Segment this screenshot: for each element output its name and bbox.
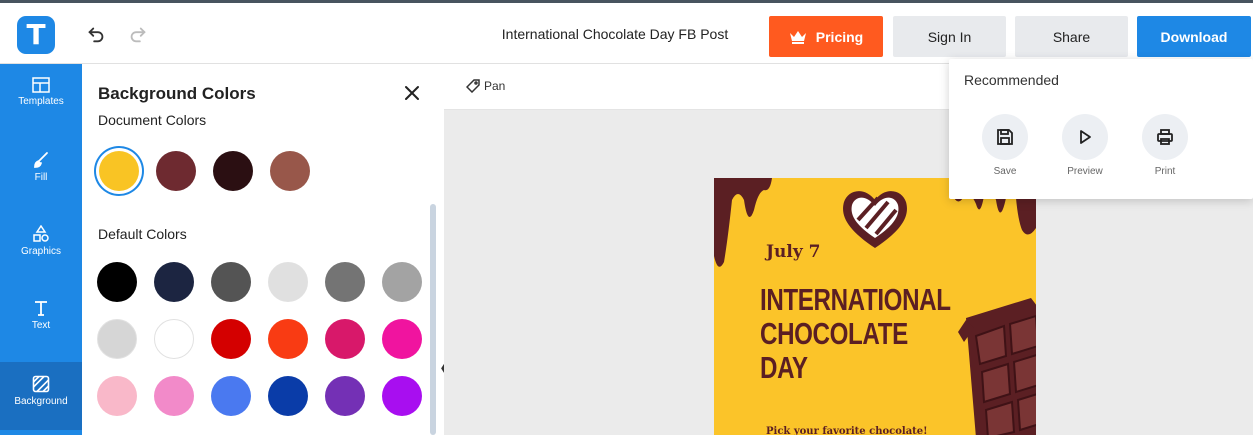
left-rail: Templates Fill Graphics Text Background <box>0 64 82 435</box>
rail-item-text[interactable]: Text <box>0 286 82 354</box>
default-color-swatch[interactable] <box>154 262 194 302</box>
print-label: Print <box>1154 166 1176 177</box>
share-label: Share <box>1052 28 1091 45</box>
rail-label-fill: Fill <box>34 172 48 183</box>
sign-in-button[interactable]: Sign In <box>893 16 1006 57</box>
default-color-swatch[interactable] <box>382 319 422 359</box>
print-option[interactable]: Print <box>1134 114 1196 177</box>
pan-tool[interactable]: Pan <box>466 79 505 93</box>
pan-label: Pan <box>484 79 506 93</box>
default-color-swatch[interactable] <box>211 376 251 416</box>
rail-label-text: Text <box>31 320 51 331</box>
panel-scrollbar[interactable] <box>430 204 436 435</box>
play-icon <box>1080 130 1091 144</box>
print-icon-circle <box>1142 114 1188 160</box>
headline-line-2: CHOCOLATE <box>760 316 908 351</box>
default-color-swatch[interactable] <box>325 376 365 416</box>
default-color-swatch[interactable] <box>154 319 194 359</box>
default-color-swatch[interactable] <box>325 319 365 359</box>
download-label: Download <box>1160 28 1228 45</box>
default-color-swatch[interactable] <box>211 319 251 359</box>
templates-icon <box>32 77 50 93</box>
background-icon <box>32 375 50 393</box>
download-button[interactable]: Download <box>1137 16 1251 57</box>
default-colors-label: Default Colors <box>98 226 187 242</box>
default-color-swatch[interactable] <box>382 262 422 302</box>
rail-item-background[interactable]: Background <box>0 362 82 430</box>
save-label: Save <box>993 166 1017 177</box>
rail-label-background: Background <box>14 396 68 407</box>
crown-icon <box>789 30 806 44</box>
default-color-swatch[interactable] <box>268 376 308 416</box>
heart-icon <box>843 191 907 248</box>
default-color-swatch[interactable] <box>211 262 251 302</box>
panel-title: Background Colors <box>98 84 256 103</box>
dropdown-title: Recommended <box>964 72 1059 88</box>
graphics-icon <box>33 225 49 242</box>
document-color-swatch[interactable] <box>99 151 139 191</box>
pricing-button[interactable]: Pricing <box>769 16 883 57</box>
close-icon[interactable] <box>400 81 424 105</box>
default-color-swatch[interactable] <box>268 319 308 359</box>
share-button[interactable]: Share <box>1015 16 1128 57</box>
chocolate-bar-graphic <box>958 298 1036 435</box>
editor-app: T International Chocolate Day FB Post Pr… <box>0 0 1253 435</box>
save-icon <box>997 129 1013 145</box>
text-icon <box>35 301 47 316</box>
background-colors-panel: Background Colors Document Colors Defaul… <box>82 64 444 435</box>
pricing-label: Pricing <box>815 28 864 45</box>
undo-icon[interactable] <box>85 23 107 45</box>
default-color-swatch[interactable] <box>382 376 422 416</box>
default-color-swatch[interactable] <box>154 376 194 416</box>
top-bar: T International Chocolate Day FB Post Pr… <box>0 0 1253 64</box>
document-color-swatch[interactable] <box>213 151 253 191</box>
preview-option[interactable]: Preview <box>1054 114 1116 177</box>
save-icon-circle <box>982 114 1028 160</box>
poster-date: July 7 <box>766 242 821 262</box>
fill-brush-icon <box>34 152 48 168</box>
rail-label-templates: Templates <box>18 96 64 107</box>
document-colors-label: Document Colors <box>98 112 207 128</box>
pan-tag-icon <box>466 79 480 93</box>
preview-icon-circle <box>1062 114 1108 160</box>
headline-line-1: INTERNATIONAL <box>760 282 951 317</box>
preview-label: Preview <box>1067 166 1103 177</box>
rail-label-graphics: Graphics <box>20 246 61 257</box>
headline-line-3: DAY <box>760 350 808 385</box>
rail-item-fill[interactable]: Fill <box>0 138 82 206</box>
default-color-swatch[interactable] <box>268 262 308 302</box>
document-color-swatch[interactable] <box>270 151 310 191</box>
download-dropdown: Recommended Save Preview Print <box>949 59 1253 199</box>
default-color-swatch[interactable] <box>97 319 137 359</box>
default-color-swatch[interactable] <box>97 376 137 416</box>
poster-subtext: Pick your favorite chocolate! <box>766 426 928 435</box>
sign-in-label: Sign In <box>927 28 972 45</box>
print-icon <box>1157 129 1173 145</box>
document-color-swatch[interactable] <box>156 151 196 191</box>
default-color-swatch[interactable] <box>97 262 137 302</box>
poster-canvas[interactable]: July 7 INTERNATIONAL CHOCOLATE DAY Pick … <box>714 178 1036 435</box>
rail-item-graphics[interactable]: Graphics <box>0 212 82 280</box>
redo-icon[interactable] <box>127 23 149 45</box>
poster-headline: INTERNATIONAL CHOCOLATE DAY <box>760 283 951 385</box>
save-option[interactable]: Save <box>974 114 1036 177</box>
document-title[interactable]: International Chocolate Day FB Post <box>480 26 750 42</box>
default-color-swatch[interactable] <box>325 262 365 302</box>
rail-item-templates[interactable]: Templates <box>0 64 82 132</box>
app-logo[interactable]: T <box>17 16 55 54</box>
